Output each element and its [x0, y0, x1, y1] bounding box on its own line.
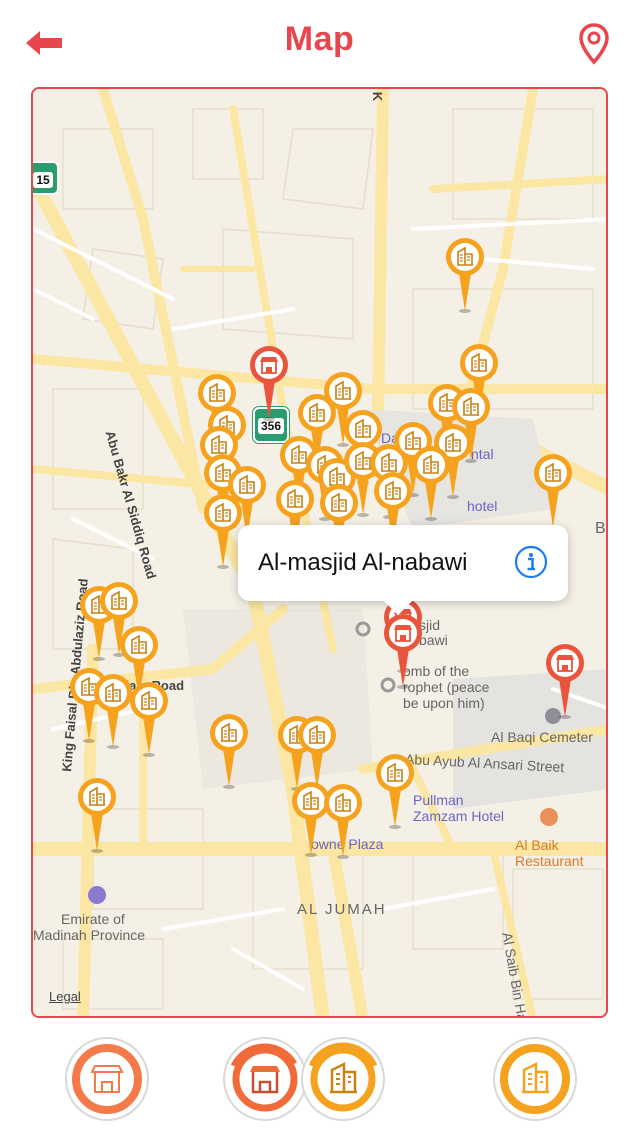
hotel-pin[interactable]: [297, 715, 337, 791]
hotel-pin[interactable]: [93, 673, 133, 749]
map-screen: Map 356 15 Abu Bakr Al Siddiq Road King …: [0, 0, 639, 1136]
hotel-pin[interactable]: [323, 783, 363, 859]
building-icon: [324, 784, 362, 859]
hotel-pin[interactable]: [77, 777, 117, 853]
building-icon: [534, 454, 572, 529]
info-button[interactable]: [514, 545, 548, 579]
place-label-pullman-1: Pullman: [413, 792, 464, 808]
building-icon: [298, 716, 336, 791]
hotel-pin[interactable]: [411, 445, 451, 521]
storefront-icon: [223, 1037, 307, 1121]
place-label-hotel: hotel: [467, 498, 498, 514]
district-label: AL JUMAH: [297, 901, 387, 918]
building-icon: [130, 682, 168, 757]
storefront-icon: [546, 644, 584, 719]
storefront-icon: [384, 614, 422, 689]
building-icon: [94, 674, 132, 749]
legal-link[interactable]: Legal: [49, 989, 81, 1004]
place-label-pullman-2: Zamzam Hotel: [413, 808, 505, 824]
building-icon: [446, 238, 484, 313]
map-edge-label-b: B: [595, 520, 606, 537]
route-shield-15: 15: [33, 161, 59, 195]
place-label-masjid-2: bawi: [419, 632, 448, 648]
page-title: Map: [284, 20, 355, 58]
header: Map: [0, 0, 639, 84]
map-view[interactable]: 356 15 Abu Bakr Al Siddiq Road King Fais…: [31, 87, 608, 1018]
market-pin[interactable]: [545, 643, 585, 719]
hotel-pin[interactable]: [209, 713, 249, 789]
place-label-al-baik-1: Al Baik: [515, 837, 559, 853]
tab-hotels[interactable]: [492, 1036, 578, 1122]
callout-title: Al-masjid Al-nabawi: [258, 549, 468, 576]
storefront-icon: [250, 346, 288, 421]
place-label-emirate-2: Madinah Province: [33, 927, 146, 943]
building-icon: [301, 1037, 385, 1121]
place-label-al-baik-2: Restaurant: [515, 853, 584, 869]
building-icon: [493, 1037, 577, 1121]
market-pin[interactable]: [383, 613, 423, 689]
building-icon: [210, 714, 248, 789]
place-label-tomb-3: be upon him): [403, 695, 485, 711]
market-pin[interactable]: [249, 345, 289, 421]
map-pin-icon: [579, 23, 609, 65]
hotel-pin[interactable]: [375, 753, 415, 829]
building-icon: [412, 446, 450, 521]
place-label-al-baqi: Al Baqi Cemeter: [491, 729, 593, 745]
place-label-emirate-1: Emirate of: [61, 911, 125, 927]
hotel-pin[interactable]: [129, 681, 169, 757]
storefront-icon: [65, 1037, 149, 1121]
map-edge-label-k: K: [370, 91, 386, 102]
hotel-pin[interactable]: [533, 453, 573, 529]
info-icon: [514, 545, 548, 579]
location-button[interactable]: [577, 22, 611, 66]
hotel-pin[interactable]: [203, 493, 243, 569]
place-callout[interactable]: Al-masjid Al-nabawi: [238, 525, 568, 616]
building-icon: [204, 494, 242, 569]
tab-markets[interactable]: [64, 1036, 150, 1122]
hotel-pin[interactable]: [445, 237, 485, 313]
tab-markets-hotels[interactable]: [222, 1036, 308, 1122]
building-icon: [78, 778, 116, 853]
tab-hotels-alt[interactable]: [300, 1036, 386, 1122]
building-icon: [376, 754, 414, 829]
